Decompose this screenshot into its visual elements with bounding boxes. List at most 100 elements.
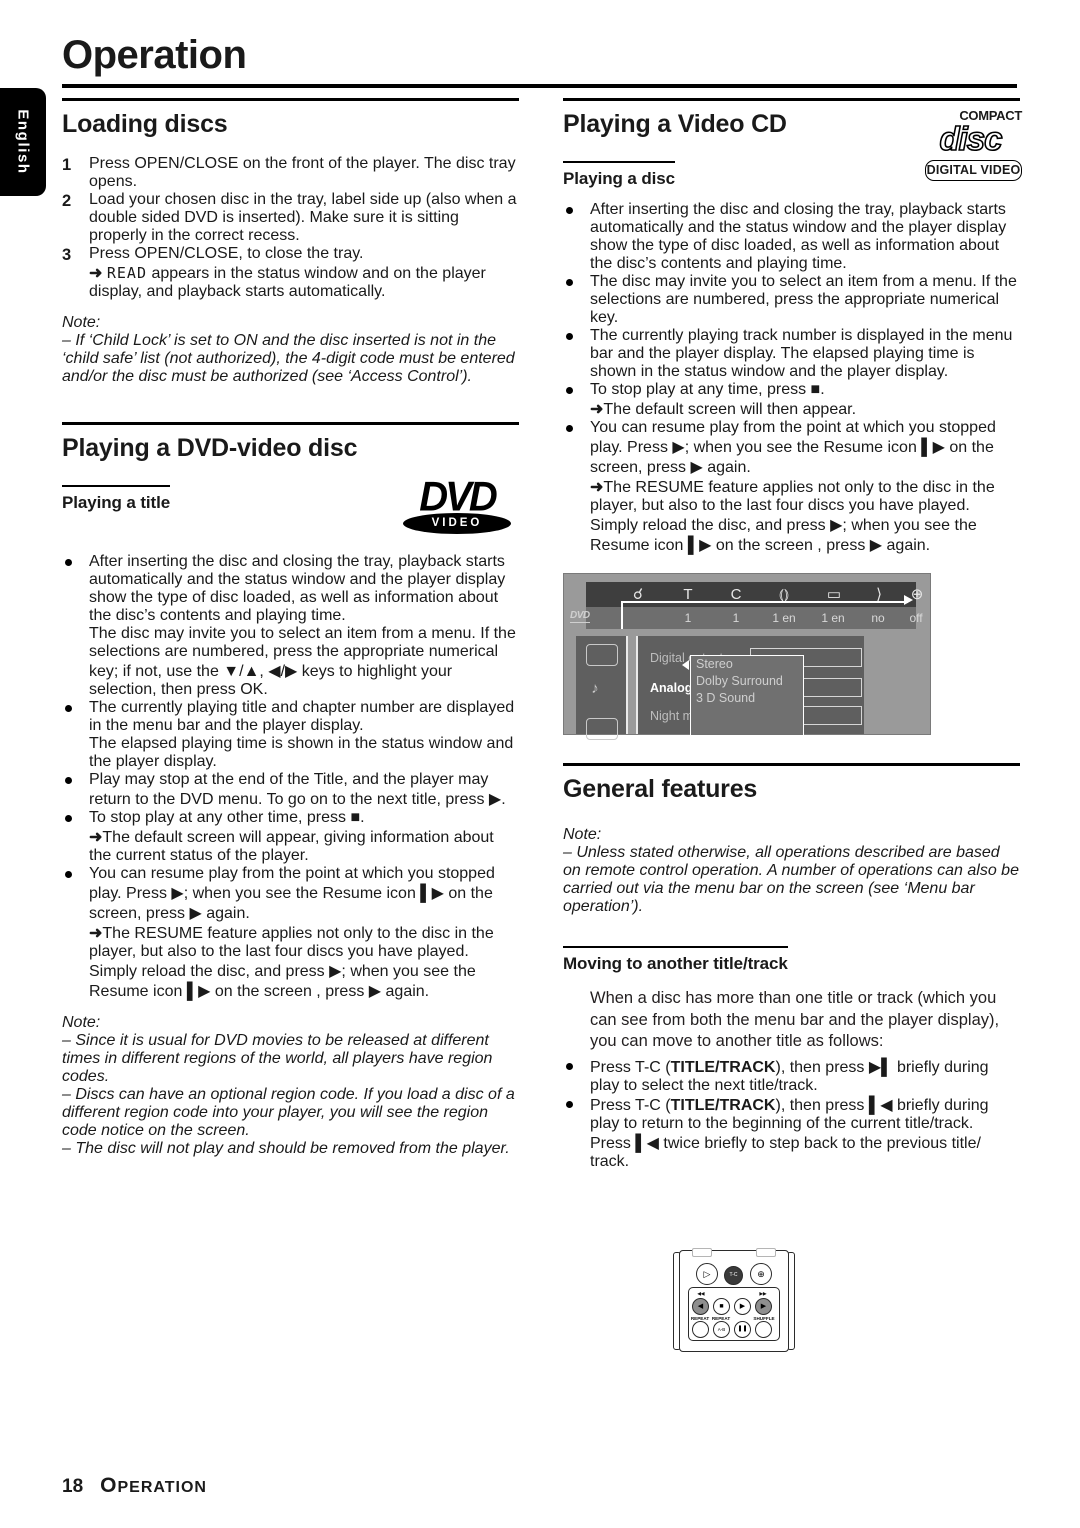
- bullet-dot-icon: [563, 201, 590, 273]
- remote-body: T-C ▷ ⊕ ◀◀ ▶▶ ◀ ■ ▶ ▶ REPEAT REPEAT SHUF…: [679, 1248, 789, 1352]
- zoom-button-icon[interactable]: ⊕: [750, 1263, 772, 1285]
- bullet-text: You can resume play from the point at wh…: [89, 865, 519, 1001]
- subheading-playing-a-disc: Playing a disc: [563, 161, 675, 189]
- video-cd-bullets: After inserting the disc and closing the…: [563, 201, 1020, 555]
- resume-text: You can resume play from the point at wh…: [89, 865, 495, 922]
- left-column: Loading discs 1 Press OPEN/CLOSE on the …: [62, 98, 519, 1158]
- next-button-icon[interactable]: ▶: [755, 1298, 772, 1315]
- repeat-ab-button[interactable]: A-B: [713, 1321, 730, 1338]
- bullet-item: Play may stop at the end of the Title, a…: [62, 771, 519, 809]
- footer-section-initial: O: [100, 1474, 118, 1497]
- play-button-icon[interactable]: ▶: [734, 1298, 751, 1315]
- language-tab-label: English: [14, 109, 32, 175]
- remote-top-left-key[interactable]: [692, 1248, 712, 1257]
- subheading-playing-a-title-wrap: Playing a title: [62, 485, 189, 513]
- previous-button-icon[interactable]: ◀: [692, 1298, 709, 1315]
- page-footer: 18 OPERATION: [62, 1474, 207, 1498]
- remote-control-illustration: T-C ▷ ⊕ ◀◀ ▶▶ ◀ ■ ▶ ▶ REPEAT REPEAT SHUF…: [665, 1248, 801, 1352]
- step-1: 1 Press OPEN/CLOSE on the front of the p…: [62, 155, 519, 191]
- resume-result: The RESUME feature applies not only to t…: [590, 479, 995, 554]
- osd-menu-values: 1 1 1 en 1 en no off: [586, 607, 923, 629]
- repeat-button[interactable]: [692, 1321, 709, 1338]
- step-text: Press OPEN/CLOSE on the front of the pla…: [89, 155, 516, 190]
- compact-disc-digital-video-logo: COMPACT disc DIGITAL VIDEO: [919, 108, 1022, 181]
- bullet-item-next-title: Press T-C (TITLE/TRACK), then press ▶▌ b…: [563, 1057, 1020, 1095]
- stop-text: To stop play at any other time, press ■.: [89, 809, 365, 826]
- feature-settings-icon: [586, 718, 618, 740]
- bullet-item-stop: To stop play at any other time, press ■.…: [62, 809, 519, 865]
- bullet-dot-icon: [563, 1057, 590, 1095]
- bullet-pre: Press T-C (: [590, 1058, 671, 1076]
- bullet-text: After inserting the disc and closing the…: [89, 553, 516, 698]
- osd-dropdown-option-stereo[interactable]: Stereo: [691, 656, 803, 673]
- osd-dropdown-option-dolby-surround[interactable]: Dolby Surround: [691, 673, 803, 690]
- note-text: – The disc will not play and should be r…: [62, 1140, 510, 1157]
- stop-result: The default screen will appear, giving i…: [89, 829, 494, 864]
- loading-discs-steps: 1 Press OPEN/CLOSE on the front of the p…: [62, 155, 519, 301]
- osd-value-title: 1: [684, 611, 692, 625]
- stop-result: The default screen will then appear.: [603, 401, 857, 418]
- remote-top-right-key[interactable]: [756, 1248, 776, 1257]
- title-track-key: TITLE/TRACK: [670, 1058, 776, 1076]
- bullet-dot-icon: [563, 1095, 590, 1171]
- dvd-logo-video-text: VIDEO: [431, 517, 483, 529]
- forward-mark: ▶▶: [759, 1291, 767, 1296]
- osd-value-angle: no: [871, 611, 885, 625]
- bullet-dot-icon: [62, 865, 89, 1001]
- step-3-text: Press OPEN/CLOSE, to close the tray.: [89, 245, 364, 262]
- bullet-item: The currently playing title and chapter …: [62, 699, 519, 771]
- step-3: 3 Press OPEN/CLOSE, to close the tray. ➜…: [62, 245, 519, 301]
- subheading-playing-a-disc-wrap: Playing a disc: [563, 161, 707, 189]
- bullet-text: After inserting the disc and closing the…: [590, 201, 1007, 272]
- bullet-dot-icon: [62, 771, 89, 809]
- bullet-text: The currently playing title and chapter …: [89, 699, 515, 770]
- dvd-video-logo: DVD VIDEO: [395, 473, 519, 537]
- note-text: – If ‘Child Lock’ is set to ON and the d…: [62, 332, 515, 385]
- bullet-dot-icon: [563, 381, 590, 419]
- subheading-moving-title-track: Moving to another title/track: [563, 946, 788, 974]
- resume-text: You can resume play from the point at wh…: [590, 419, 996, 476]
- remote-tc-button[interactable]: T-C: [724, 1266, 743, 1285]
- bullet-text: Play may stop at the end of the Title, a…: [89, 771, 506, 808]
- bullet-text: The currently playing track number is di…: [590, 327, 1013, 380]
- osd-selection-caret-icon: [682, 660, 689, 670]
- arrow-icon: ➜: [89, 265, 103, 282]
- angle-button-icon[interactable]: ▷: [696, 1263, 718, 1285]
- note-label: Note:: [563, 826, 602, 843]
- step-text: Press OPEN/CLOSE, to close the tray. ➜ R…: [89, 245, 519, 301]
- bullet-item: After inserting the disc and closing the…: [62, 553, 519, 699]
- arrow-icon: ➜: [590, 401, 604, 418]
- title-track-key: TITLE/TRACK: [670, 1096, 776, 1114]
- osd-arrow-tip-icon: [904, 595, 913, 605]
- bullet-item: After inserting the disc and closing the…: [563, 201, 1020, 273]
- bullet-text: Press T-C (TITLE/TRACK), then press ▶▌ b…: [590, 1057, 1020, 1095]
- subheading-playing-a-title: Playing a title: [62, 485, 170, 513]
- osd-dropdown-analog-output[interactable]: Stereo Dolby Surround 3 D Sound: [690, 655, 804, 736]
- dvd-logo-word: DVD: [419, 473, 497, 521]
- note-text: – Discs can have an optional region code…: [62, 1086, 515, 1139]
- bullet-dot-icon: [62, 553, 89, 699]
- bullet-item-prev-title: Press T-C (TITLE/TRACK), then press ▌◀ b…: [563, 1095, 1020, 1171]
- bullet-text: The disc may invite you to select an ite…: [590, 273, 1017, 326]
- stop-button-icon[interactable]: ■: [713, 1298, 730, 1315]
- subheading-moving-title-track-wrap: Moving to another title/track: [563, 946, 863, 974]
- osd-dropdown-option-3d-sound[interactable]: 3 D Sound: [691, 690, 803, 707]
- osd-value-zoom: off: [909, 611, 923, 625]
- step-3-result: appears in the status window and on the …: [89, 265, 486, 300]
- shuffle-button[interactable]: [755, 1321, 772, 1338]
- osd-screenshot-illustration: DVD ☌ T C ⦅⦆ ▭ ⟩ ⊕ 1 1 1 en 1 en no off: [563, 573, 931, 740]
- arrow-icon: ➜: [590, 479, 604, 496]
- arrow-icon: ➜: [89, 925, 103, 942]
- note-label: Note:: [62, 314, 101, 331]
- osd-panel-divider: [636, 636, 638, 734]
- osd-white-rule: [621, 601, 908, 603]
- picture-settings-icon: [586, 644, 618, 666]
- step-number: 2: [62, 192, 72, 210]
- step-text: Load your chosen disc in the tray, label…: [89, 191, 517, 244]
- bullet-dot-icon: [563, 419, 590, 555]
- bullet-dot-icon: [62, 809, 89, 865]
- audio-note-icon: ♪: [591, 680, 599, 697]
- moving-intro-text: When a disc has more than one title or t…: [590, 989, 1000, 1051]
- pause-button-icon[interactable]: ❚❚: [734, 1321, 751, 1338]
- page-title: Operation: [62, 33, 247, 77]
